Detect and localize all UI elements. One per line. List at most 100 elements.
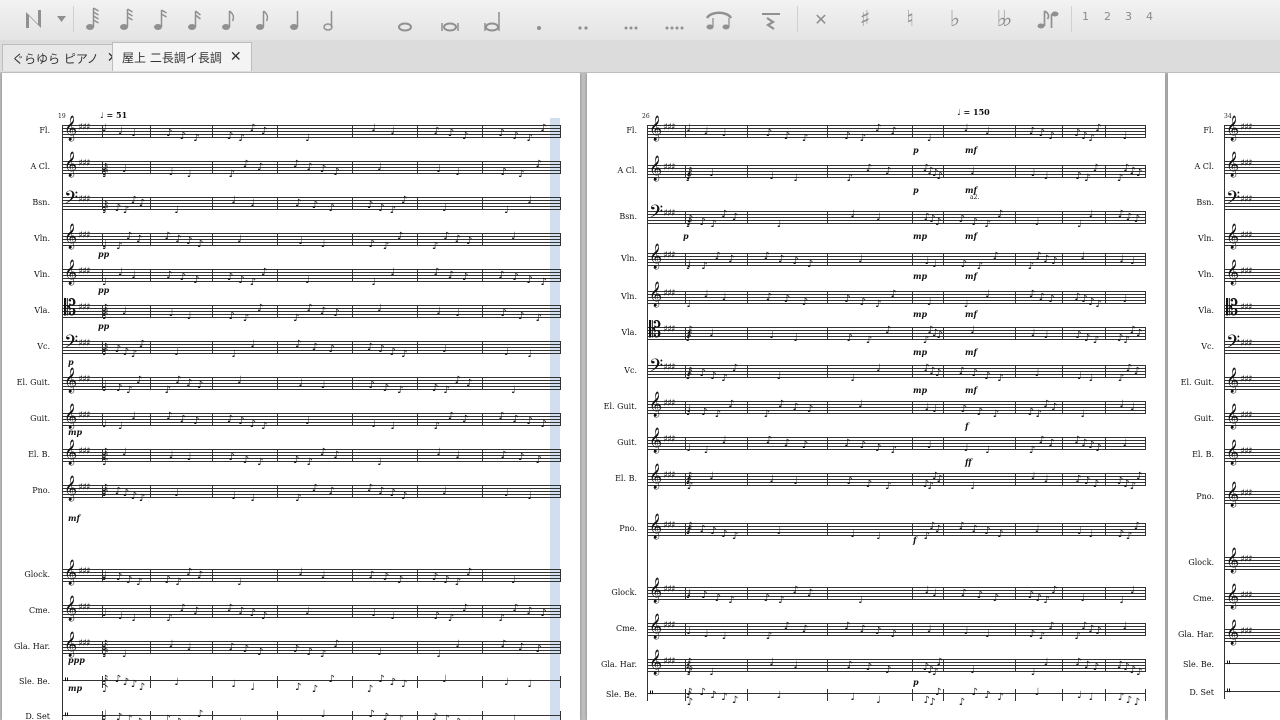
note-head: ♪	[311, 483, 319, 494]
flip-direction-icon[interactable]	[1033, 0, 1063, 38]
note-head: ♪	[731, 211, 739, 223]
dynamic-marking: p	[68, 357, 74, 367]
staff-line	[647, 165, 1145, 166]
note-head: ♩	[511, 385, 516, 396]
sharp-icon[interactable]: ♯	[851, 0, 879, 38]
voice-2-button[interactable]: 2	[1104, 10, 1111, 23]
barline	[747, 659, 748, 672]
staff-line	[62, 269, 560, 270]
note-head: ♪	[1048, 130, 1055, 142]
instrument-name: Gla. Har.	[600, 660, 637, 669]
score-canvas[interactable]: 19 ♩ = 51 Fl. 𝄞 ♯♯♯ ♩ ♩ ♩ ♪ ♪ ♪ ♪ ♪ ♪ ♪ ♩ ♩ ♩ ♪ ♪ ♪ ♪ ♪ ♪ ♪ A C…	[0, 73, 1280, 720]
barline	[352, 341, 353, 354]
flat-icon[interactable]: ♭	[941, 0, 969, 38]
note-head: ♪	[401, 349, 408, 360]
note-head: ♪	[997, 692, 1004, 703]
duration-breve-icon[interactable]	[437, 0, 463, 38]
note-head: ♪	[971, 523, 978, 535]
tab-okujou[interactable]: 屋上 二長調イ長調 ✕	[112, 42, 252, 71]
staff-line	[647, 330, 1145, 331]
rest-icon[interactable]	[756, 0, 786, 38]
note-head: ♪	[997, 528, 1004, 540]
staff-line	[62, 617, 560, 618]
double-flat-icon[interactable]: ♭♭	[986, 0, 1018, 38]
note-input-icon[interactable]	[18, 0, 52, 38]
note-head: ♪	[102, 676, 109, 688]
double-sharp-icon[interactable]: ✕	[808, 0, 834, 38]
staff-line	[647, 523, 1145, 524]
note-head: ♩	[1080, 409, 1086, 420]
duration-quarter-icon[interactable]	[283, 0, 309, 38]
note-head: ♪	[885, 325, 892, 336]
duration-whole-icon[interactable]	[392, 0, 418, 38]
note-head: ♪	[783, 437, 791, 449]
duration-32nd-icon[interactable]	[147, 0, 173, 38]
dynamic-marking: f	[913, 535, 917, 545]
chevron-down-icon[interactable]	[54, 0, 68, 38]
staff-line	[62, 422, 560, 423]
note-head: ♩	[963, 626, 969, 637]
score-page-1[interactable]: 19 ♩ = 51 Fl. 𝄞 ♯♯♯ ♩ ♩ ♩ ♪ ♪ ♪ ♪ ♪ ♪ ♪ ♩ ♩ ♩ ♪ ♪ ♪ ♪ ♪ ♪ ♪ A C…	[2, 73, 580, 720]
barline	[560, 377, 561, 390]
instrument-name: Guit.	[617, 438, 637, 447]
note-head: ♩	[511, 574, 516, 586]
note-head: ♩	[1077, 219, 1082, 230]
note-head: ♩	[377, 303, 382, 314]
duration-16th-icon[interactable]	[181, 0, 207, 38]
duration-half-icon[interactable]	[317, 0, 343, 38]
double-dot-icon[interactable]	[570, 0, 596, 38]
tab-gurayura-piano[interactable]: ぐらゆら ピアノ ✕	[2, 44, 129, 71]
note-head: ♪	[1027, 590, 1035, 601]
quadruple-dot-icon[interactable]	[660, 0, 690, 38]
note-head: ♪	[783, 294, 791, 305]
score-page-2[interactable]: 26 ♩ = 150 a2. Fl. 𝄞 ♯♯♯ ♩ ♩ ♩ ♪ ♪ ♪ ♪ ♪ ♪ ♪ ♩ ♩ ♩ ♪ ♪ ♪ ♪ ♪…	[587, 73, 1165, 720]
note-head: ♪	[512, 413, 519, 425]
augmentation-dot-icon[interactable]	[526, 0, 552, 38]
note-head: ♪	[114, 485, 122, 497]
note-head: ♪	[186, 567, 193, 578]
clef-icon: 𝄡	[1226, 296, 1239, 321]
duration-longa-icon[interactable]	[480, 0, 506, 38]
duration-64th-icon[interactable]	[113, 0, 139, 38]
note-head: ♪	[934, 368, 942, 379]
note-head: ♩	[876, 211, 881, 223]
barline	[827, 437, 828, 450]
barline	[277, 449, 278, 462]
duration-eighth-note-icon[interactable]	[249, 0, 275, 38]
voice-3-button[interactable]: 3	[1125, 10, 1132, 23]
barline	[1145, 473, 1146, 486]
note-head: ♪	[699, 368, 706, 379]
barline	[482, 605, 483, 618]
staff-line	[62, 137, 560, 138]
note-head: ♩	[850, 692, 856, 703]
score-page-3[interactable]: 34 Fl. 𝄞 ♯♯♯ A Cl. 𝄞 ♯♯♯ Bsn. 𝄢 ♯♯♯ Vln. 𝄞 ♯♯♯ Vln. 𝄞…	[1168, 73, 1280, 720]
barline	[1145, 291, 1146, 304]
barline	[560, 197, 561, 210]
note-head: ♪	[498, 613, 505, 624]
note-head: ♪	[1074, 631, 1081, 642]
note-head: ♪	[397, 385, 404, 396]
note-head: ♪	[801, 440, 809, 451]
note-head: ♩	[511, 714, 516, 720]
duration-128th-icon[interactable]	[79, 0, 105, 38]
note-head: ♩	[231, 195, 237, 206]
note-head: ♪	[890, 628, 897, 640]
note-head: ♪	[500, 639, 507, 650]
note-head: ♩	[1034, 216, 1040, 228]
note-head: ♪	[295, 493, 302, 504]
barline	[943, 473, 944, 486]
triple-dot-icon[interactable]	[618, 0, 644, 38]
voice-1-button[interactable]: 1	[1082, 10, 1089, 23]
voice-4-button[interactable]: 4	[1146, 10, 1153, 23]
close-icon[interactable]: ✕	[230, 49, 242, 65]
note-head: ♪	[114, 674, 122, 685]
barline	[277, 341, 278, 354]
natural-icon[interactable]: ♮	[896, 0, 924, 38]
note-head: ♪	[865, 335, 873, 346]
staff-line	[647, 177, 1145, 178]
tie-icon[interactable]	[704, 0, 734, 38]
note-head: ♪	[261, 125, 268, 137]
note-head: ♪	[443, 231, 450, 242]
duration-eighth-icon[interactable]	[215, 0, 241, 38]
note-head: ♪	[164, 714, 171, 720]
